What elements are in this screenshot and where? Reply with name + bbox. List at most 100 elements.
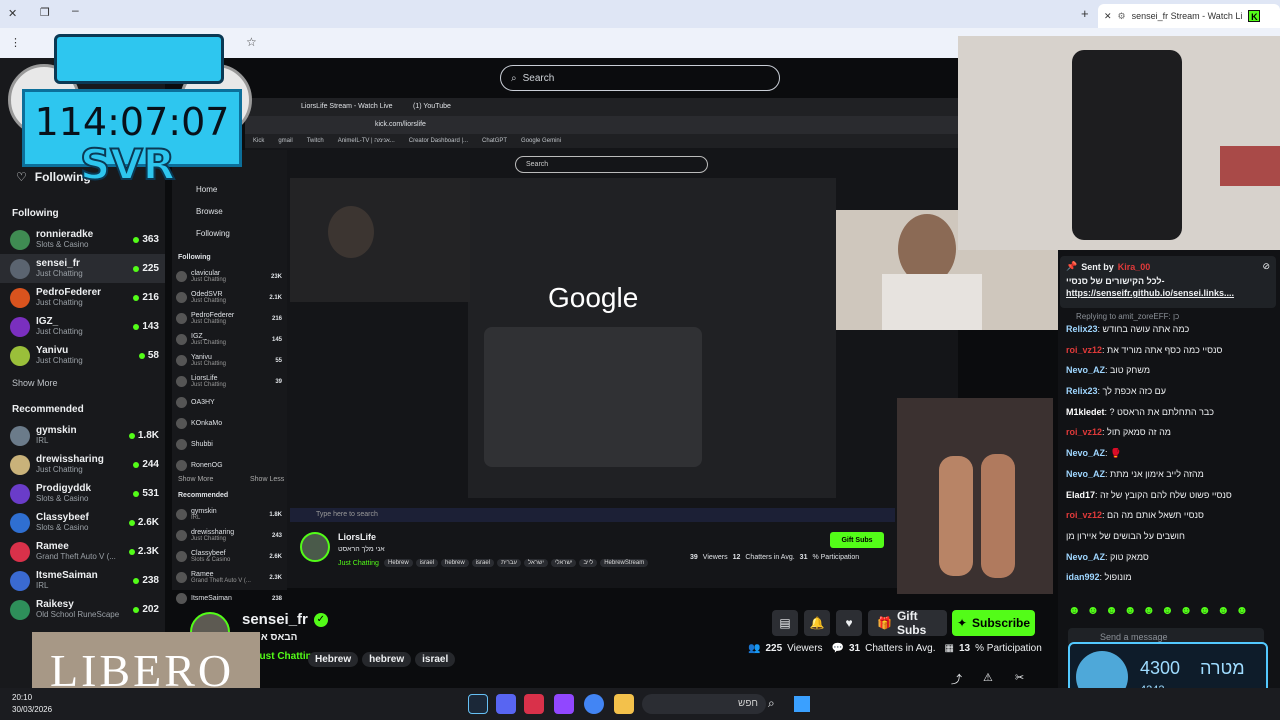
inner-channel-item: LiorsLife Just Chatting 39 [176, 371, 284, 392]
chat-text: עם כזה אכפת לך [1102, 386, 1167, 397]
chat-username[interactable]: Nevo_AZ [1066, 365, 1105, 375]
chat-username[interactable]: Nevo_AZ [1066, 552, 1105, 562]
share-icon[interactable]: ⤴ [951, 671, 962, 687]
sidebar-item-ramee[interactable]: Ramee Grand Theft Auto V (... 2.3K [0, 537, 165, 566]
search-input[interactable]: ⌕ Search [500, 65, 780, 91]
inner-viewer-count: 145 [271, 336, 282, 343]
following-heading: Following [12, 208, 59, 219]
chat-username[interactable]: roi_vz12 [1066, 427, 1102, 437]
heart-icon: ♡ [16, 170, 27, 184]
menu-dots-icon[interactable]: ⋮ [10, 36, 21, 49]
inner-channel-category: Grand Theft Auto V (... [191, 578, 251, 584]
subscribe-button[interactable]: ✦ Subscribe [952, 610, 1035, 636]
viewer-count: 216 [133, 292, 159, 303]
follow-button[interactable]: ♥ [836, 610, 862, 636]
sidebar-item-classybeef[interactable]: Classybeef Slots & Casino 2.6K [0, 508, 165, 537]
sidebar-item-pedrofederer[interactable]: PedroFederer Just Chatting 216 [0, 283, 165, 312]
sidebar-item-prodigyddk[interactable]: Prodigyddk Slots & Casino 531 [0, 479, 165, 508]
inner-streamer-name: LiorsLife [338, 532, 377, 542]
tag[interactable]: hebrew [362, 652, 412, 667]
inner-search-placeholder: Search [526, 161, 549, 168]
chat-username[interactable]: idan992 [1066, 572, 1100, 582]
goal-value: 4300 [1140, 658, 1181, 678]
viewer-number: 58 [147, 350, 159, 361]
participation-icon: ▦ [944, 643, 954, 654]
app-icon[interactable] [554, 694, 574, 714]
gift-subs-button[interactable]: 🎁 Gift Subs [868, 609, 947, 637]
inner-viewer-count: 2.3K [269, 574, 282, 581]
star-icon[interactable]: ☆ [246, 35, 257, 49]
restore-window-icon[interactable]: ❐ [40, 6, 50, 19]
avatar [10, 316, 30, 337]
search-icon[interactable]: ⌕ [768, 696, 775, 711]
tag: עברית [497, 559, 521, 567]
sidebar-item-ronnieradke[interactable]: ronnieradke Slots & Casino 363 [0, 225, 165, 254]
chrome-icon[interactable] [584, 694, 604, 714]
tab-title: sensei_fr Stream - Watch Li [1131, 11, 1243, 21]
viewer-number: 531 [142, 488, 159, 499]
hide-pin-icon[interactable]: ⊘ [1262, 261, 1270, 272]
app-icon[interactable] [524, 694, 544, 714]
tag[interactable]: israel [415, 652, 456, 667]
tag: ישראל [523, 559, 548, 567]
avatar [10, 345, 30, 366]
close-window-icon[interactable]: ✕ [8, 7, 17, 20]
chat-username[interactable]: roi_vz12 [1066, 345, 1102, 355]
chat-username[interactable]: Nevo_AZ [1066, 469, 1105, 479]
chat-username[interactable]: Relix23 [1066, 324, 1098, 334]
minimize-window-icon[interactable]: – [72, 3, 79, 17]
inner-channel-text: Yanivu Just Chatting [191, 354, 226, 367]
following-list: ronnieradke Slots & Casino 363 sensei_fr Jus… [0, 225, 165, 370]
tab-sensei-stream[interactable]: ✕ ⚙ sensei_fr Stream - Watch Li K [1098, 4, 1280, 28]
steam-icon[interactable] [468, 694, 488, 714]
sidebar-item-raikesy[interactable]: Raikesy Old School RuneScape 202 [0, 595, 165, 624]
inner-channel-item: KOnkaMo [176, 413, 284, 434]
inner-nav-following: Following [196, 229, 230, 238]
sidebar-item-gymskin[interactable]: gymskin IRL 1.8K [0, 421, 165, 450]
gym-promo-video [897, 398, 1053, 594]
channel-text: gymskin IRL [36, 425, 77, 446]
channel-name: gymskin [36, 425, 77, 436]
chat-text: סנסיי פשוט שלח להם הקובץ של זה [1100, 489, 1232, 500]
windows-start-icon[interactable] [794, 696, 810, 712]
sidebar-item-itsmesaiman[interactable]: ItsmeSaiman IRL 238 [0, 566, 165, 595]
inner-following-heading: Following [178, 254, 211, 261]
taskbar-search[interactable]: חפש [642, 694, 766, 714]
chat-toggle-button[interactable]: ▤ [772, 610, 798, 636]
sidebar-item-igz_[interactable]: IGZ_ Just Chatting 143 [0, 312, 165, 341]
file-explorer-icon[interactable] [614, 694, 634, 714]
channel-text: Ramee Grand Theft Auto V (... [36, 541, 116, 562]
viewer-number: 225 [142, 263, 159, 274]
inner-nav-browse: Browse [196, 207, 223, 216]
chat-username[interactable]: M1kledet [1066, 407, 1105, 417]
report-icon[interactable]: ⚠ [983, 671, 993, 684]
bookmark: Google Gemini [521, 138, 562, 144]
inner-channel-category: Just Chatting [191, 536, 227, 542]
inner-channel-item: Ramee Grand Theft Auto V (... 2.3K [176, 567, 284, 588]
new-tab-icon[interactable]: + [1081, 6, 1089, 21]
sidebar-item-yanivu[interactable]: Yanivu Just Chatting 58 [0, 341, 165, 370]
show-more-link[interactable]: Show More [12, 378, 153, 388]
sidebar-item-drewissharing[interactable]: drewissharing Just Chatting 244 [0, 450, 165, 479]
notification-button[interactable]: 🔔 [804, 610, 830, 636]
streamer-name[interactable]: sensei_fr ✓ [242, 611, 328, 628]
wall-shelf [1220, 146, 1280, 186]
live-dot-icon [133, 577, 140, 584]
chat-username[interactable]: Relix23 [1066, 386, 1098, 396]
sidebar-item-sensei_fr[interactable]: sensei_fr Just Chatting 225 [0, 254, 165, 283]
chat-text: סמאק טוק [1110, 551, 1149, 562]
viewer-number: 2.3K [137, 546, 159, 557]
chat-text: סנסיי כמה כסף אתה מוריד את [1107, 344, 1223, 355]
channel-category: Old School RuneScape [36, 610, 120, 619]
channel-category: Just Chatting [36, 298, 83, 307]
clip-icon[interactable]: ✂ [1015, 671, 1024, 684]
tag[interactable]: Hebrew [308, 652, 359, 667]
chat-username[interactable]: roi_vz12 [1066, 510, 1102, 520]
pinned-link[interactable]: https://senseifr.github.io/sensei.links.… [1066, 288, 1270, 298]
chatters-count: 31 [848, 643, 861, 654]
chat-username[interactable]: Elad17 [1066, 490, 1095, 500]
close-tab-icon[interactable]: ✕ [1104, 11, 1112, 22]
live-dot-icon [133, 606, 140, 613]
discord-icon[interactable] [496, 694, 516, 714]
chat-username[interactable]: Nevo_AZ [1066, 448, 1105, 458]
